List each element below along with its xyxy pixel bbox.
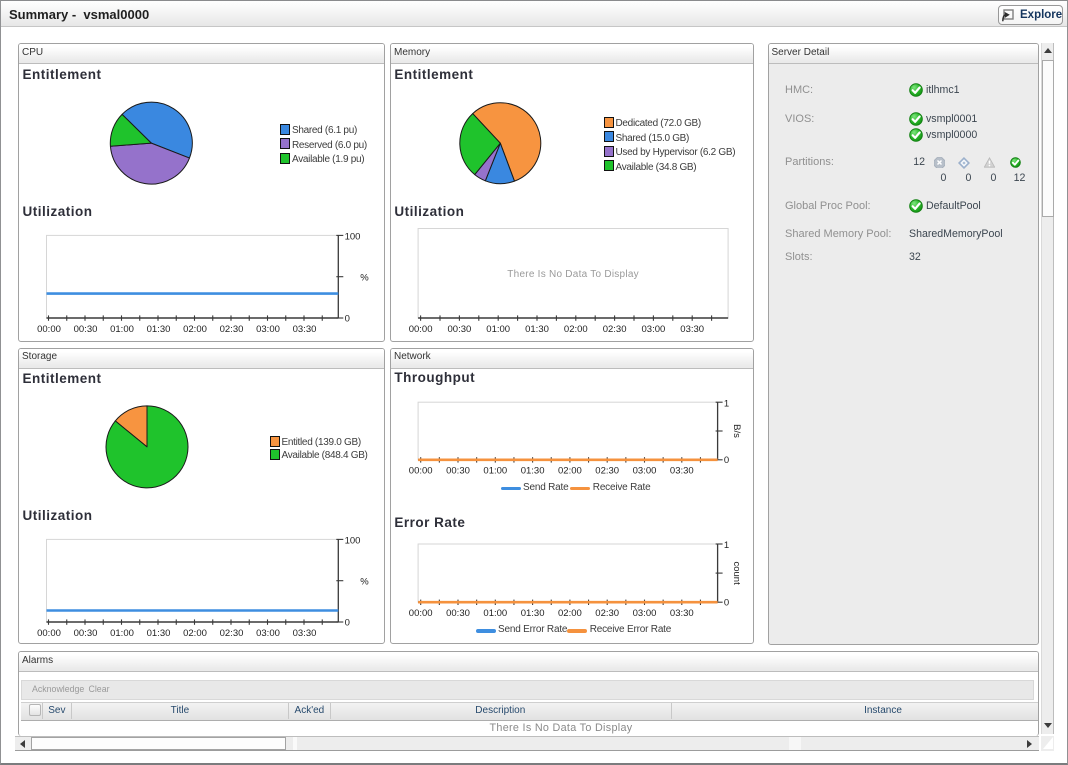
svg-text:02:00: 02:00	[564, 324, 588, 335]
svg-text:03:30: 03:30	[670, 608, 694, 619]
svg-text:There Is No Data To Display: There Is No Data To Display	[507, 269, 639, 280]
svg-text:01:00: 01:00	[486, 324, 510, 335]
svg-text:00:00: 00:00	[409, 466, 433, 477]
svg-text:00:30: 00:30	[74, 324, 98, 335]
svg-text:02:30: 02:30	[220, 628, 244, 639]
svg-text:02:00: 02:00	[558, 608, 582, 619]
svg-text:03:00: 03:00	[633, 466, 657, 477]
svg-text:%: %	[360, 577, 369, 588]
svg-text:00:00: 00:00	[37, 628, 61, 639]
svg-text:01:00: 01:00	[483, 466, 507, 477]
svg-text:00:30: 00:30	[446, 608, 470, 619]
svg-text:100: 100	[345, 232, 361, 243]
svg-text:02:30: 02:30	[595, 608, 619, 619]
svg-text:01:30: 01:30	[525, 324, 549, 335]
svg-text:0: 0	[724, 598, 729, 609]
svg-text:02:30: 02:30	[220, 324, 244, 335]
svg-text:00:30: 00:30	[74, 628, 98, 639]
svg-text:02:30: 02:30	[595, 466, 619, 477]
svg-text:1: 1	[724, 540, 729, 551]
svg-text:100: 100	[345, 536, 361, 547]
svg-text:%: %	[360, 273, 369, 284]
svg-text:0: 0	[724, 455, 729, 466]
svg-text:00:00: 00:00	[409, 608, 433, 619]
svg-text:00:00: 00:00	[37, 324, 61, 335]
svg-text:00:30: 00:30	[448, 324, 472, 335]
svg-text:0: 0	[345, 313, 350, 324]
svg-text:02:30: 02:30	[603, 324, 627, 335]
svg-text:0: 0	[345, 617, 350, 628]
svg-text:03:30: 03:30	[670, 466, 694, 477]
svg-text:03:00: 03:00	[633, 608, 657, 619]
svg-text:B/s: B/s	[731, 424, 742, 438]
svg-text:03:30: 03:30	[293, 324, 317, 335]
svg-text:03:00: 03:00	[642, 324, 666, 335]
svg-text:01:00: 01:00	[483, 608, 507, 619]
svg-text:01:30: 01:30	[147, 628, 171, 639]
svg-text:01:00: 01:00	[110, 324, 134, 335]
svg-text:00:00: 00:00	[409, 324, 433, 335]
svg-text:03:30: 03:30	[293, 628, 317, 639]
svg-text:00:30: 00:30	[446, 466, 470, 477]
svg-text:01:30: 01:30	[147, 324, 171, 335]
svg-text:02:00: 02:00	[558, 466, 582, 477]
svg-text:count: count	[731, 561, 742, 585]
svg-text:02:00: 02:00	[183, 628, 207, 639]
svg-text:01:30: 01:30	[521, 608, 545, 619]
svg-text:01:30: 01:30	[521, 466, 545, 477]
svg-text:1: 1	[724, 398, 729, 409]
svg-text:03:30: 03:30	[680, 324, 704, 335]
svg-text:01:00: 01:00	[110, 628, 134, 639]
svg-text:02:00: 02:00	[183, 324, 207, 335]
svg-text:03:00: 03:00	[256, 324, 280, 335]
svg-text:03:00: 03:00	[256, 628, 280, 639]
